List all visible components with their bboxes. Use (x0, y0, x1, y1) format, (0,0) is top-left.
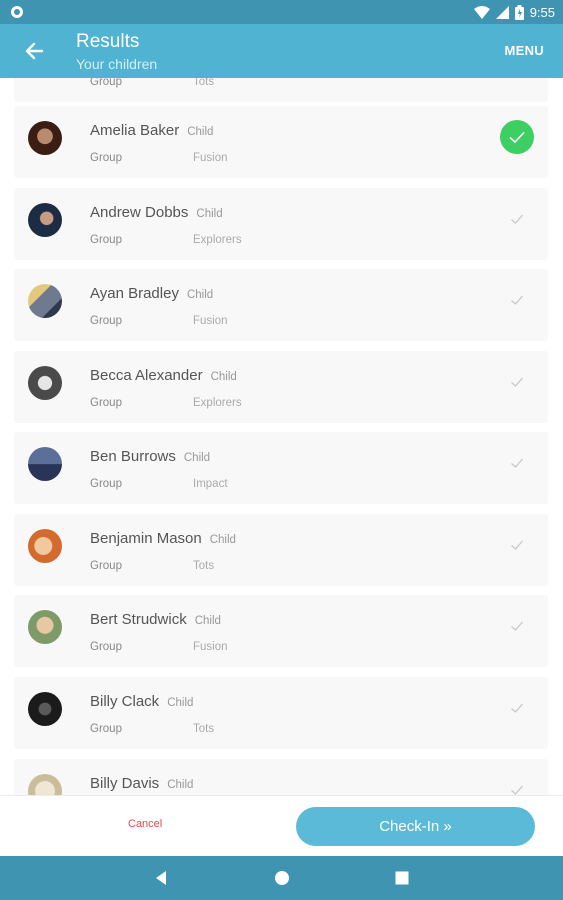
group-label: Group (90, 397, 122, 409)
role-tag: Child (167, 779, 194, 791)
list-item[interactable]: Billy Clack Child Group Tots (14, 677, 548, 749)
child-name: Ben Burrows Child (90, 448, 211, 465)
avatar (28, 692, 62, 726)
list-item[interactable]: Amelia Baker Child Group Fusion (14, 106, 548, 178)
checkmark-icon[interactable] (500, 202, 534, 236)
list-item[interactable]: Becca Alexander Child Group Explorers (14, 351, 548, 423)
check-in-button[interactable]: Check-In » (296, 807, 535, 846)
child-name: Bert Strudwick Child (90, 611, 221, 628)
group-value: Fusion (193, 315, 228, 327)
page-subtitle: Your children (76, 56, 158, 72)
list-item[interactable]: Group Tots (14, 78, 548, 102)
child-name: Becca Alexander Child (90, 367, 237, 384)
avatar (28, 284, 62, 318)
checkmark-icon[interactable] (500, 528, 534, 562)
arrow-left-icon[interactable] (22, 38, 48, 64)
checkmark-icon[interactable] (500, 120, 534, 154)
group-value: Fusion (193, 641, 228, 653)
signal-icon (495, 5, 509, 19)
avatar (28, 447, 62, 481)
status-time: 9:55 (529, 4, 555, 20)
settings-circle-icon (11, 6, 23, 18)
page-title: Results (76, 31, 140, 52)
role-tag: Child (196, 208, 223, 220)
group-value: Explorers (193, 234, 242, 246)
checkmark-icon[interactable] (500, 609, 534, 643)
group-label: Group (90, 478, 122, 490)
checkmark-icon[interactable] (500, 446, 534, 480)
group-label: Group (90, 560, 122, 572)
checkmark-icon[interactable] (500, 283, 534, 317)
role-tag: Child (167, 697, 194, 709)
group-value: Tots (193, 723, 215, 735)
list-item[interactable]: Ayan Bradley Child Group Fusion (14, 269, 548, 341)
group-label: Group (90, 234, 122, 246)
child-name: Benjamin Mason Child (90, 530, 236, 547)
child-name: Amelia Baker Child (90, 122, 214, 139)
recents-square-icon[interactable] (393, 869, 411, 887)
system-nav-bar (0, 856, 563, 900)
group-value: Tots (193, 560, 215, 572)
list-item[interactable]: Benjamin Mason Child Group Tots (14, 514, 548, 586)
checkmark-icon[interactable] (500, 691, 534, 725)
role-tag: Child (187, 126, 214, 138)
group-label: Group (90, 723, 122, 735)
avatar (28, 610, 62, 644)
home-circle-icon[interactable] (273, 869, 291, 887)
group-value: Explorers (193, 397, 242, 409)
list-item[interactable]: Bert Strudwick Child Group Fusion (14, 595, 548, 667)
role-tag: Child (210, 371, 237, 383)
group-value: Fusion (193, 152, 228, 164)
back-triangle-icon[interactable] (152, 869, 170, 887)
menu-button[interactable]: MENU (505, 43, 544, 58)
wifi-icon (473, 5, 490, 19)
checkmark-icon[interactable] (500, 773, 534, 795)
list-item[interactable]: Ben Burrows Child Group Impact (14, 432, 548, 504)
avatar (28, 203, 62, 237)
app-bar: Results Your children MENU (0, 24, 563, 78)
group-label: Group (90, 641, 122, 653)
group-label: Group (90, 315, 122, 327)
group-value: Impact (193, 478, 228, 490)
role-tag: Child (183, 452, 211, 464)
avatar (28, 529, 62, 563)
child-name: Andrew Dobbs Child (90, 204, 223, 221)
avatar (28, 366, 62, 400)
child-name: Billy Clack Child (90, 693, 194, 710)
group-label: Group (90, 78, 122, 88)
status-bar: 9:55 (0, 0, 563, 24)
list-item[interactable]: Andrew Dobbs Child Group Explorers (14, 188, 548, 260)
children-list[interactable]: Group Tots Amelia Baker Child Group Fusio… (0, 78, 563, 795)
avatar (28, 121, 62, 155)
battery-icon (514, 4, 524, 20)
avatar (28, 774, 62, 795)
group-label: Group (90, 152, 122, 164)
role-tag: Child (186, 289, 214, 301)
group-value: Tots (193, 78, 215, 88)
list-item[interactable]: Billy Davis Child (14, 759, 548, 795)
child-name: Billy Davis Child (90, 775, 194, 792)
action-bar: Cancel Check-In » (0, 795, 563, 857)
role-tag: Child (209, 534, 236, 546)
cancel-button[interactable]: Cancel (128, 818, 162, 830)
checkmark-icon[interactable] (500, 365, 534, 399)
role-tag: Child (194, 615, 221, 627)
child-name: Ayan Bradley Child (90, 285, 214, 302)
